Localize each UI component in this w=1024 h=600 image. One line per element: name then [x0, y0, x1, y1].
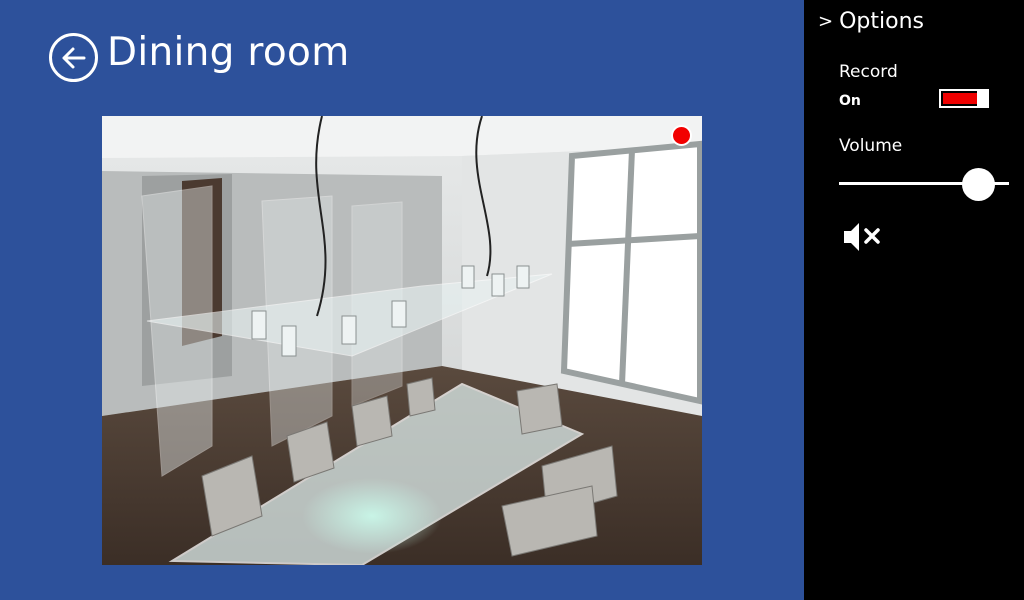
- options-title: Options: [839, 9, 924, 34]
- camera-feed[interactable]: [102, 116, 702, 565]
- record-label: Record: [839, 62, 898, 82]
- speaker-mute-icon: [844, 223, 880, 251]
- options-panel: > Options Record On Volume: [804, 0, 1024, 600]
- page-title: Dining room: [107, 30, 350, 75]
- record-toggle[interactable]: [939, 89, 989, 108]
- main-area: Dining room: [0, 0, 804, 600]
- options-header[interactable]: > Options: [818, 9, 924, 34]
- back-arrow-icon: [62, 47, 85, 68]
- back-button[interactable]: [49, 33, 98, 82]
- chevron-right-icon: >: [818, 11, 834, 32]
- record-toggle-fill: [943, 93, 977, 104]
- volume-slider[interactable]: [839, 168, 1009, 201]
- room-view-image: [102, 116, 702, 565]
- volume-label: Volume: [839, 136, 903, 156]
- record-state: On: [839, 93, 861, 109]
- mute-button[interactable]: [842, 219, 886, 255]
- record-dot-icon: [671, 125, 692, 146]
- volume-slider-thumb[interactable]: [962, 168, 995, 201]
- record-toggle-knob: [977, 90, 988, 107]
